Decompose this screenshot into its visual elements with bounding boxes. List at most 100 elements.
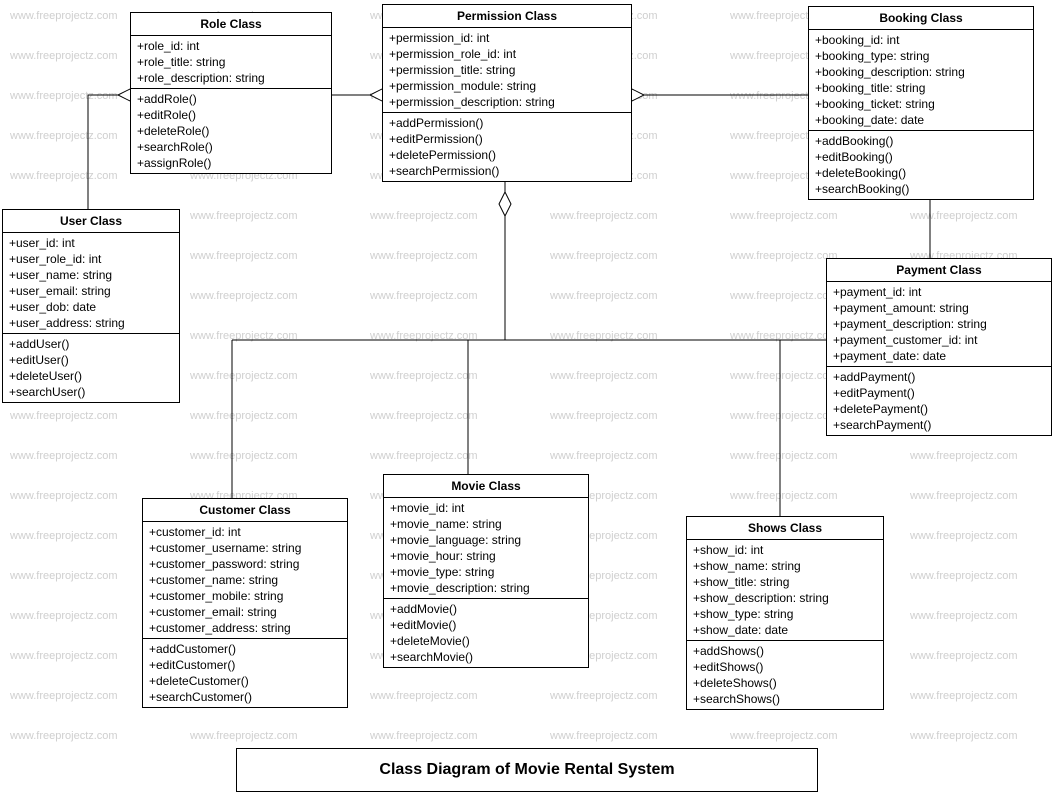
class-member: +deleteShows() — [693, 675, 877, 691]
class-member: +booking_date: date — [815, 112, 1027, 128]
class-member: +movie_hour: string — [390, 548, 582, 564]
class-shows-title: Shows Class — [687, 517, 883, 540]
watermark-text: www.freeprojectz.com — [910, 730, 1018, 742]
watermark-text: www.freeprojectz.com — [370, 370, 478, 382]
class-member: +payment_id: int — [833, 284, 1045, 300]
class-member: +deleteCustomer() — [149, 673, 341, 689]
class-member: +addMovie() — [390, 601, 582, 617]
watermark-text: www.freeprojectz.com — [910, 490, 1018, 502]
watermark-text: www.freeprojectz.com — [730, 450, 838, 462]
class-booking-title: Booking Class — [809, 7, 1033, 30]
watermark-text: www.freeprojectz.com — [910, 210, 1018, 222]
watermark-text: www.freeprojectz.com — [190, 250, 298, 262]
class-member: +customer_name: string — [149, 572, 341, 588]
class-member: +assignRole() — [137, 155, 325, 171]
class-member: +addPermission() — [389, 115, 625, 131]
class-customer-ops: +addCustomer()+editCustomer()+deleteCust… — [143, 639, 347, 707]
class-member: +user_email: string — [9, 283, 173, 299]
class-member: +booking_id: int — [815, 32, 1027, 48]
watermark-text: www.freeprojectz.com — [550, 370, 658, 382]
class-payment-attrs: +payment_id: int+payment_amount: string +… — [827, 282, 1051, 367]
class-role-title: Role Class — [131, 13, 331, 36]
class-member: +searchBooking() — [815, 181, 1027, 197]
watermark-text: www.freeprojectz.com — [550, 450, 658, 462]
class-shows: Shows Class +show_id: int+show_name: str… — [686, 516, 884, 710]
class-customer: Customer Class +customer_id: int+custome… — [142, 498, 348, 708]
class-member: +deletePermission() — [389, 147, 625, 163]
class-role-attrs: +role_id: int+role_title: string+role_de… — [131, 36, 331, 89]
class-payment-ops: +addPayment()+editPayment()+deletePaymen… — [827, 367, 1051, 435]
watermark-text: www.freeprojectz.com — [10, 410, 118, 422]
class-member: +editRole() — [137, 107, 325, 123]
class-member: +user_name: string — [9, 267, 173, 283]
watermark-text: www.freeprojectz.com — [730, 410, 838, 422]
class-member: +editBooking() — [815, 149, 1027, 165]
watermark-text: www.freeprojectz.com — [10, 170, 118, 182]
class-shows-attrs: +show_id: int+show_name: string+show_tit… — [687, 540, 883, 641]
watermark-text: www.freeprojectz.com — [10, 10, 118, 22]
class-member: +searchRole() — [137, 139, 325, 155]
watermark-text: www.freeprojectz.com — [550, 730, 658, 742]
watermark-text: www.freeprojectz.com — [550, 210, 658, 222]
class-member: +customer_id: int — [149, 524, 341, 540]
class-member: +addBooking() — [815, 133, 1027, 149]
watermark-text: www.freeprojectz.com — [910, 570, 1018, 582]
class-member: +searchCustomer() — [149, 689, 341, 705]
diagram-canvas: // We'll generate watermark positions la… — [0, 0, 1055, 792]
watermark-text: www.freeprojectz.com — [190, 450, 298, 462]
watermark-text: www.freeprojectz.com — [370, 410, 478, 422]
class-member: +show_date: date — [693, 622, 877, 638]
class-customer-attrs: +customer_id: int+customer_username: str… — [143, 522, 347, 639]
class-member: +searchMovie() — [390, 649, 582, 665]
class-payment-title: Payment Class — [827, 259, 1051, 282]
watermark-text: www.freeprojectz.com — [10, 130, 118, 142]
class-member: +deleteRole() — [137, 123, 325, 139]
watermark-text: www.freeprojectz.com — [730, 330, 838, 342]
class-member: +searchShows() — [693, 691, 877, 707]
class-member: +show_id: int — [693, 542, 877, 558]
watermark-text: www.freeprojectz.com — [190, 370, 298, 382]
watermark-text: www.freeprojectz.com — [10, 650, 118, 662]
class-member: +role_id: int — [137, 38, 325, 54]
class-member: +addShows() — [693, 643, 877, 659]
watermark-text: www.freeprojectz.com — [550, 290, 658, 302]
watermark-text: www.freeprojectz.com — [190, 730, 298, 742]
watermark-text: www.freeprojectz.com — [370, 450, 478, 462]
class-member: +role_description: string — [137, 70, 325, 86]
watermark-text: www.freeprojectz.com — [10, 490, 118, 502]
class-member: +addUser() — [9, 336, 173, 352]
watermark-text: www.freeprojectz.com — [730, 250, 838, 262]
watermark-text: www.freeprojectz.com — [730, 490, 838, 502]
watermark-text: www.freeprojectz.com — [910, 450, 1018, 462]
class-member: +addRole() — [137, 91, 325, 107]
class-member: +movie_description: string — [390, 580, 582, 596]
class-member: +customer_address: string — [149, 620, 341, 636]
watermark-text: www.freeprojectz.com — [190, 330, 298, 342]
watermark-text: www.freeprojectz.com — [10, 610, 118, 622]
class-user-title: User Class — [3, 210, 179, 233]
class-permission-title: Permission Class — [383, 5, 631, 28]
class-member: +customer_username: string — [149, 540, 341, 556]
class-permission: Permission Class +permission_id: int+per… — [382, 4, 632, 182]
class-member: +show_title: string — [693, 574, 877, 590]
class-member: +permission_role_id: int — [389, 46, 625, 62]
class-member: +payment_amount: string — [833, 300, 1045, 316]
class-user-attrs: +user_id: int+user_role_id: int+user_nam… — [3, 233, 179, 334]
class-member: +deletePayment() — [833, 401, 1045, 417]
watermark-text: www.freeprojectz.com — [730, 290, 838, 302]
class-member: +user_id: int — [9, 235, 173, 251]
watermark-text: www.freeprojectz.com — [910, 610, 1018, 622]
watermark-text: www.freeprojectz.com — [370, 730, 478, 742]
class-movie-title: Movie Class — [384, 475, 588, 498]
class-movie-attrs: +movie_id: int+movie_name: string+movie_… — [384, 498, 588, 599]
watermark-text: www.freeprojectz.com — [730, 370, 838, 382]
watermark-text: www.freeprojectz.com — [910, 690, 1018, 702]
watermark-text: www.freeprojectz.com — [190, 210, 298, 222]
class-role: Role Class +role_id: int+role_title: str… — [130, 12, 332, 174]
watermark-text: www.freeprojectz.com — [10, 90, 118, 102]
watermark-text: www.freeprojectz.com — [730, 730, 838, 742]
class-member: +customer_email: string — [149, 604, 341, 620]
class-member: +payment_customer_id: int — [833, 332, 1045, 348]
watermark-text: www.freeprojectz.com — [370, 210, 478, 222]
class-member: +role_title: string — [137, 54, 325, 70]
